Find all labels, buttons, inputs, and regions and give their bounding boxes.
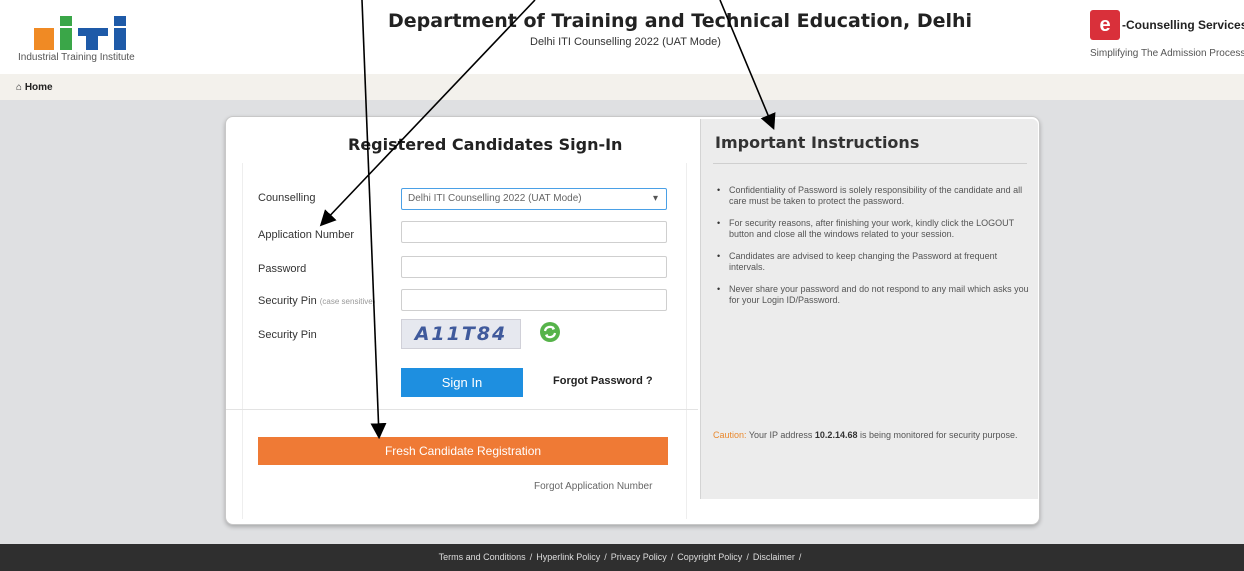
instruction-item: Never share your password and do not res… [717, 284, 1029, 306]
footer-link-terms[interactable]: Terms and Conditions [439, 552, 526, 562]
password-label: Password [258, 263, 307, 275]
page-header: Industrial Training Institute Department… [0, 0, 1244, 74]
iti-logo-mark [34, 16, 126, 50]
main-content: Registered Candidates Sign-In Counsellin… [0, 100, 1244, 544]
instructions-divider [713, 163, 1027, 164]
footer-link-disclaimer[interactable]: Disclaimer [753, 552, 795, 562]
e-counselling-logo: e -Counselling Services Simplifying The … [1090, 8, 1244, 68]
footer-link-hyperlink-policy[interactable]: Hyperlink Policy [536, 552, 600, 562]
footer-separator: / [798, 552, 802, 562]
security-pin-hint: (case sensitive) [319, 297, 376, 306]
footer-separator: / [670, 552, 674, 562]
application-number-label: Application Number [258, 229, 354, 241]
captcha-image: A11T84 [401, 319, 521, 349]
instruction-item: Confidentiality of Password is solely re… [717, 185, 1029, 207]
page-subtitle: Delhi ITI Counselling 2022 (UAT Mode) [530, 36, 721, 48]
security-pin-captcha-label: Security Pin [258, 329, 317, 341]
e-counselling-name: -Counselling Services [1122, 18, 1244, 32]
instructions-list: Confidentiality of Password is solely re… [717, 185, 1029, 317]
security-pin-input[interactable] [401, 289, 667, 311]
page-footer: Terms and Conditions / Hyperlink Policy / Pr… [0, 544, 1244, 571]
instructions-title: Important Instructions [715, 133, 920, 152]
home-label: Home [24, 82, 53, 93]
forgot-application-number-link[interactable]: Forgot Application Number [534, 481, 652, 492]
signin-panel: Registered Candidates Sign-In Counsellin… [226, 117, 698, 524]
page-title: Department of Training and Technical Edu… [388, 10, 973, 32]
instruction-item: Candidates are advised to keep changing … [717, 251, 1029, 273]
caution-text-pre: Your IP address [746, 430, 815, 440]
counselling-label: Counselling [258, 192, 316, 204]
security-pin-label: Security Pin (case sensitive) [258, 295, 375, 307]
forgot-password-link[interactable]: Forgot Password ? [553, 375, 653, 387]
password-input[interactable] [401, 256, 667, 278]
footer-links: Terms and Conditions / Hyperlink Policy / Pr… [0, 544, 1244, 571]
footer-separator: / [529, 552, 533, 562]
navbar: ⌂ Home [0, 74, 1244, 100]
caution-notice: Caution: Your IP address 10.2.14.68 is b… [713, 429, 1027, 441]
application-number-input[interactable] [401, 221, 667, 243]
footer-separator: / [604, 552, 607, 562]
footer-link-privacy-policy[interactable]: Privacy Policy [611, 552, 667, 562]
sign-in-button[interactable]: Sign In [401, 368, 523, 397]
chevron-down-icon: ▾ [652, 193, 658, 204]
signin-title: Registered Candidates Sign-In [348, 135, 623, 154]
caution-ip-address: 10.2.14.68 [814, 430, 858, 440]
instruction-item: For security reasons, after finishing yo… [717, 218, 1029, 240]
iti-caption: Industrial Training Institute [18, 52, 135, 63]
security-pin-label-text: Security Pin [258, 295, 317, 307]
home-icon: ⌂ [16, 82, 23, 93]
refresh-captcha-icon[interactable] [538, 320, 562, 344]
home-link[interactable]: ⌂ Home [16, 82, 53, 93]
counselling-select[interactable]: Delhi ITI Counselling 2022 (UAT Mode) ▾ [401, 188, 667, 210]
caution-label: Caution: [713, 430, 747, 440]
form-divider [226, 409, 698, 410]
footer-separator: / [746, 552, 749, 562]
counselling-select-value: Delhi ITI Counselling 2022 (UAT Mode) [408, 193, 582, 204]
instructions-panel: Important Instructions Confidentiality o… [700, 119, 1038, 499]
iti-logo: Industrial Training Institute [18, 12, 158, 66]
fresh-registration-button[interactable]: Fresh Candidate Registration [258, 437, 668, 465]
e-counselling-tagline: Simplifying The Admission Process [1090, 48, 1244, 59]
login-card: Registered Candidates Sign-In Counsellin… [225, 116, 1040, 525]
caution-text-post: is being monitored for security purpose. [857, 430, 1018, 440]
e-counselling-badge-icon: e [1090, 10, 1120, 40]
footer-link-copyright-policy[interactable]: Copyright Policy [677, 552, 742, 562]
